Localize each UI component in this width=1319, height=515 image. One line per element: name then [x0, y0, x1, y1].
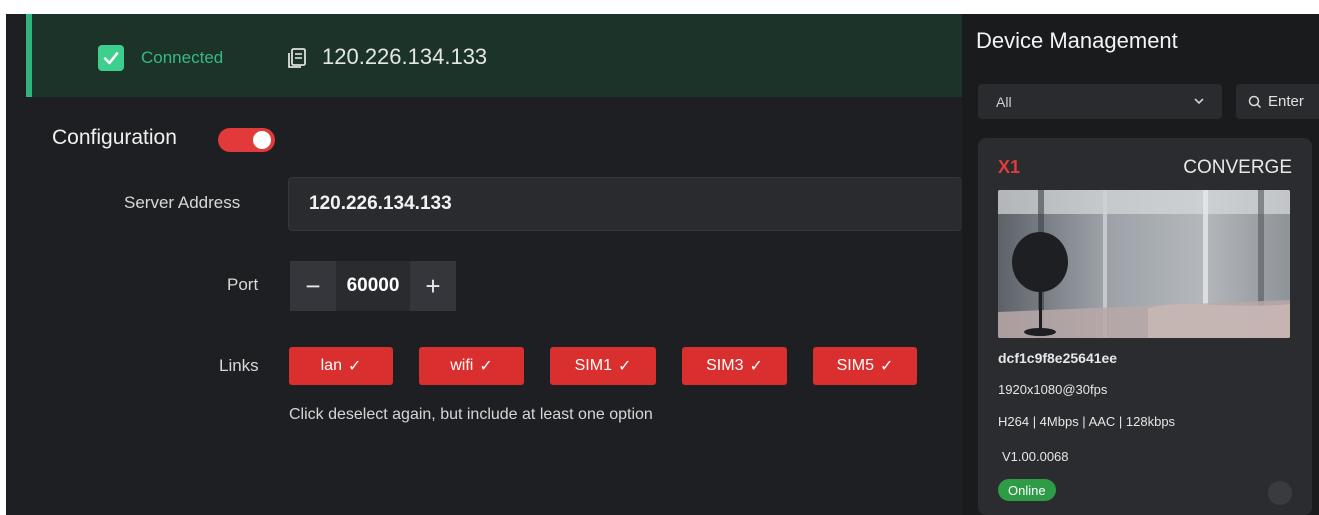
search-placeholder: Enter	[1268, 93, 1304, 110]
device-name: X1	[998, 157, 1021, 177]
device-brand: CONVERGE	[1183, 157, 1292, 178]
device-filter-value: All	[996, 93, 1012, 110]
connected-ip: 120.226.134.133	[322, 44, 488, 69]
status-badge: Online	[998, 479, 1056, 501]
checkbox-checked-icon	[98, 45, 124, 71]
configuration-title: Configuration	[52, 126, 177, 149]
status-badge-label: Online	[1008, 482, 1046, 498]
device-filter-select[interactable]: All	[978, 84, 1222, 119]
links-hint: Click deselect again, but include at lea…	[289, 406, 653, 423]
chevron-down-icon	[1194, 98, 1204, 105]
link-chip-label: SIM1	[574, 357, 612, 374]
device-id: dcf1c9f8e25641ee	[998, 350, 1118, 366]
link-chip-sim5[interactable]: SIM5 ✓	[813, 347, 917, 385]
port-input[interactable]: 60000	[336, 261, 410, 311]
server-icon	[286, 47, 308, 69]
search-icon	[1248, 95, 1262, 108]
device-action-button[interactable]	[1268, 481, 1292, 505]
link-chip-sim1[interactable]: SIM1 ✓	[550, 347, 656, 385]
device-codec: H264 | 4Mbps | AAC | 128kbps	[998, 414, 1176, 429]
device-card[interactable]: X1 CONVERGE dcf1c9f8e25641ee 1920x1080@3…	[978, 138, 1312, 515]
device-version: V1.00.0068	[1002, 449, 1069, 464]
port-stepper: − 60000 +	[290, 261, 456, 311]
connection-status-bar: Connected 120.226.134.133	[26, 14, 962, 97]
device-search-input[interactable]: Enter	[1236, 84, 1319, 119]
check-icon: ✓	[749, 358, 763, 375]
check-icon: ✓	[879, 358, 894, 375]
toggle-knob	[253, 131, 271, 149]
link-chip-label: SIM3	[706, 357, 744, 374]
server-address-input[interactable]: 120.226.134.133	[288, 177, 962, 231]
check-icon: ✓	[617, 358, 632, 375]
configuration-toggle[interactable]	[218, 128, 275, 152]
port-label: Port	[227, 275, 259, 294]
link-chip-label: wifi	[450, 357, 474, 374]
device-resolution: 1920x1080@30fps	[998, 382, 1108, 397]
port-decrement-button[interactable]: −	[290, 261, 336, 311]
device-management-title: Device Management	[976, 28, 1178, 53]
device-preview-thumbnail[interactable]	[998, 190, 1290, 338]
link-chip-lan[interactable]: lan ✓	[289, 347, 393, 385]
server-address-value: 120.226.134.133	[309, 193, 452, 214]
server-address-label: Server Address	[124, 193, 241, 212]
app-window: Connected 120.226.134.133 Configuration …	[6, 14, 1319, 515]
links-label: Links	[219, 356, 259, 375]
link-chip-sim3[interactable]: SIM3 ✓	[682, 347, 787, 385]
check-icon: ✓	[347, 358, 362, 375]
port-increment-button[interactable]: +	[410, 261, 456, 311]
device-management-panel: Device Management All Enter X1 CONVERGE	[962, 14, 1319, 515]
connection-status-label: Connected	[141, 48, 224, 67]
link-chip-wifi[interactable]: wifi ✓	[419, 347, 524, 385]
link-chip-label: lan	[320, 357, 342, 374]
link-chip-label: SIM5	[836, 357, 874, 374]
check-icon: ✓	[479, 358, 493, 375]
